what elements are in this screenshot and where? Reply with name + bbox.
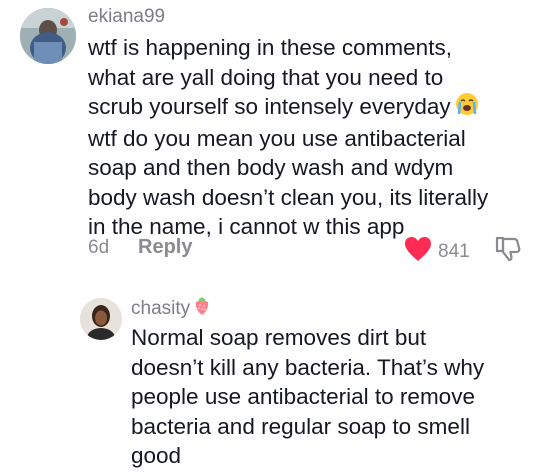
comment-age: 6d <box>88 237 110 258</box>
comment-line: wtf is happening in these comments, <box>88 35 452 60</box>
comment-line: good <box>131 443 182 468</box>
comment-line: soap and then body wash and wdym <box>88 155 454 181</box>
comment-line: wtf do you mean you use antibacterial <box>88 125 466 151</box>
comment-line: people use antibacterial to remove <box>131 384 475 409</box>
comment-text: Normal soap removes dirt but doesn’t kil… <box>131 323 521 471</box>
comment-line: what are yall doing that you need to <box>88 64 444 90</box>
heart-icon <box>404 236 432 267</box>
avatar[interactable] <box>80 298 122 340</box>
dislike-button[interactable] <box>493 234 523 269</box>
comment-line: in the name, i cannot w this app <box>88 214 405 240</box>
crying-face-emoji-icon <box>455 92 479 124</box>
comment-line: body wash doesn’t clean you, its literal… <box>88 184 489 210</box>
like-count: 841 <box>438 240 470 262</box>
username[interactable]: ekiana99 <box>88 6 165 28</box>
reply-button[interactable]: Reply <box>138 236 192 259</box>
avatar[interactable] <box>20 8 76 64</box>
username-text: chasity <box>131 298 191 320</box>
comment-line: doesn’t kill any bacteria. That’s why <box>131 354 485 380</box>
comment-text: wtf is happening in these comments, what… <box>88 33 528 242</box>
thumbs-down-icon <box>493 236 523 268</box>
comment-line: bacteria and regular soap to smell <box>131 413 470 439</box>
username[interactable]: chasity <box>131 296 211 322</box>
strawberry-emoji-icon <box>193 296 211 322</box>
like-button[interactable]: 841 <box>404 236 470 267</box>
comment-line: scrub yourself so intensely everyday <box>88 94 451 119</box>
comment-line: Normal soap removes dirt but <box>131 325 427 350</box>
